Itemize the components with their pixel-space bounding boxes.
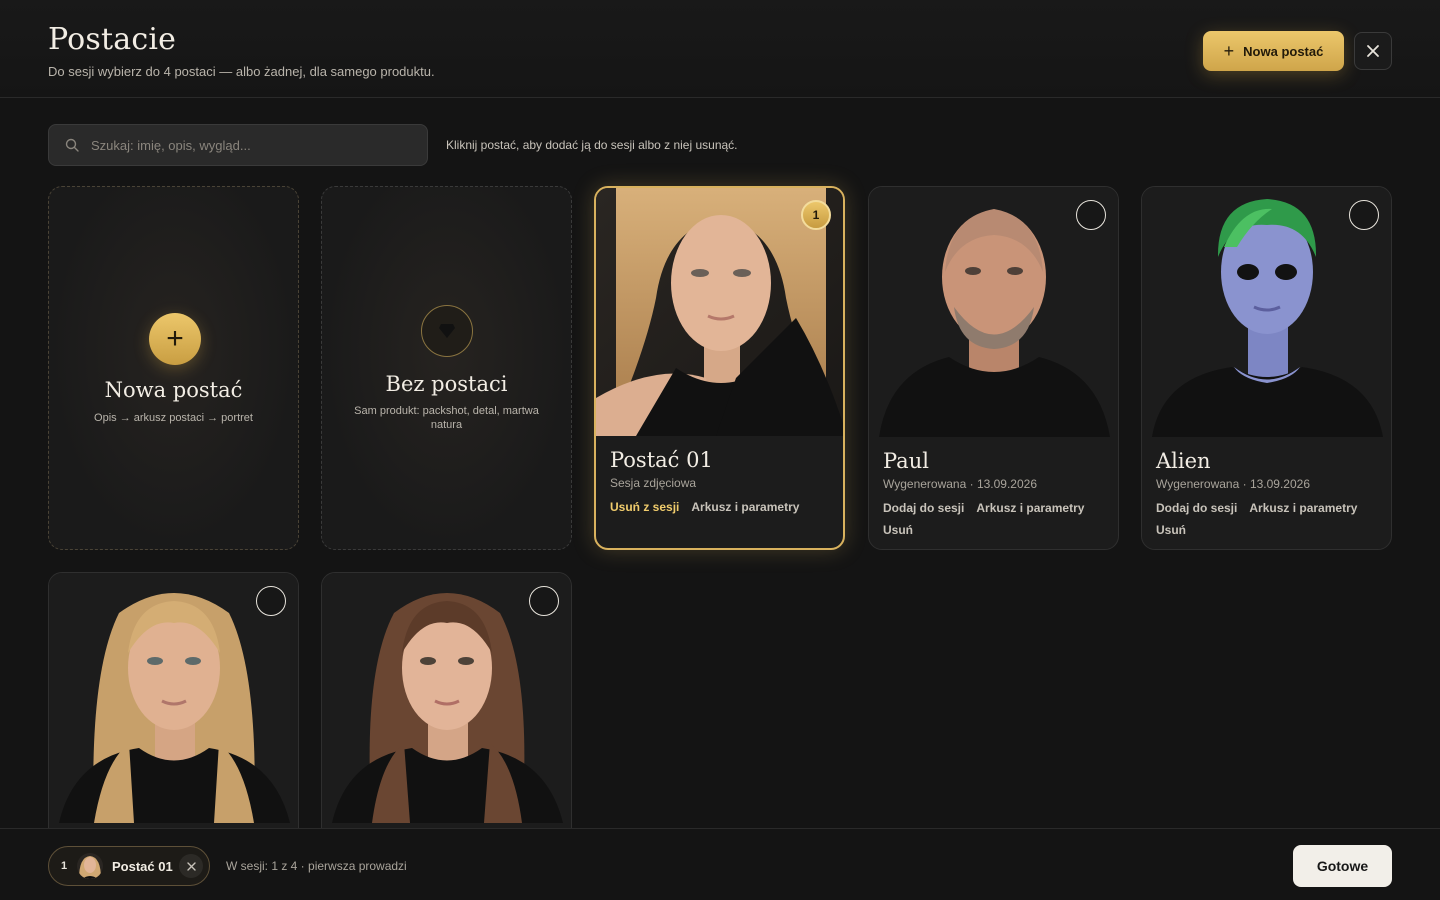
add-to-session-link[interactable]: Dodaj do sesji <box>1156 501 1237 515</box>
avatar <box>77 853 103 879</box>
close-icon <box>186 861 196 871</box>
new-character-button-label: Nowa postać <box>1243 43 1324 59</box>
close-icon <box>1367 45 1379 57</box>
character-subtitle: Wygenerowana · 13.09.2026 <box>1156 477 1310 491</box>
chip-order: 1 <box>61 860 68 872</box>
character-name: Postać 01 <box>610 448 713 472</box>
search-box[interactable] <box>48 124 428 166</box>
sheet-and-parameters-link[interactable]: Arkusz i parametry <box>976 501 1084 515</box>
session-status: W sesji: 1 z 4 · pierwsza prowadzi <box>226 859 407 873</box>
remove-chip-button[interactable] <box>179 854 203 878</box>
close-button[interactable] <box>1354 32 1392 70</box>
selection-checkbox[interactable] <box>529 586 559 616</box>
delete-link[interactable]: Usuń <box>1156 523 1186 537</box>
search-icon <box>65 138 79 152</box>
character-card-alien[interactable]: Alien Wygenerowana · 13.09.2026 Dodaj do… <box>1141 186 1392 550</box>
character-name: Paul <box>883 449 929 473</box>
character-card-paul[interactable]: Paul Wygenerowana · 13.09.2026 Dodaj do … <box>868 186 1119 550</box>
page-subtitle: Do sesji wybierz do 4 postaci — albo żad… <box>48 64 435 79</box>
character-card-postac-01[interactable]: 1 Postać 01 Sesja zdjęciowa Usuń z sesji… <box>594 186 845 550</box>
session-chip-postac-01[interactable]: 1 Postać 01 <box>48 846 210 886</box>
sheet-and-parameters-link[interactable]: Arkusz i parametry <box>691 500 799 514</box>
character-name: Alien <box>1156 449 1211 473</box>
page-title: Postacie <box>48 22 177 57</box>
character-subtitle: Wygenerowana · 13.09.2026 <box>883 477 1037 491</box>
done-button[interactable]: Gotowe <box>1293 845 1392 887</box>
no-character-title: Bez postaci <box>385 372 508 396</box>
delete-link[interactable]: Usuń <box>883 523 913 537</box>
plus-icon: + <box>149 313 201 365</box>
selection-checkbox[interactable] <box>256 586 286 616</box>
remove-from-session-link[interactable]: Usuń z sesji <box>610 500 679 514</box>
new-character-description: Opis → arkusz postaci → portret <box>94 412 253 424</box>
session-footer: 1 Postać 01 W sesji: 1 z 4 · pierwsza pr… <box>0 828 1440 900</box>
diamond-icon <box>421 305 473 357</box>
selection-hint: Kliknij postać, aby dodać ją do sesji al… <box>446 138 738 152</box>
selection-checkbox[interactable] <box>1076 200 1106 230</box>
new-character-title: Nowa postać <box>104 378 243 402</box>
plus-icon: + <box>1223 41 1235 61</box>
add-to-session-link[interactable]: Dodaj do sesji <box>883 501 964 515</box>
search-input[interactable] <box>91 137 391 153</box>
no-character-description: Sam produkt: packshot, detal, martwa nat… <box>354 405 539 431</box>
selection-order-badge: 1 <box>801 200 831 230</box>
sheet-and-parameters-link[interactable]: Arkusz i parametry <box>1249 501 1357 515</box>
selection-checkbox[interactable] <box>1349 200 1379 230</box>
new-character-button[interactable]: + Nowa postać <box>1203 31 1344 71</box>
character-subtitle: Sesja zdjęciowa <box>610 476 697 490</box>
page-header: Postacie Do sesji wybierz do 4 postaci —… <box>0 0 1440 98</box>
no-character-card[interactable]: Bez postaci Sam produkt: packshot, detal… <box>321 186 572 550</box>
chip-name: Postać 01 <box>112 858 173 874</box>
new-character-card[interactable]: + Nowa postać Opis → arkusz postaci → po… <box>48 186 299 550</box>
